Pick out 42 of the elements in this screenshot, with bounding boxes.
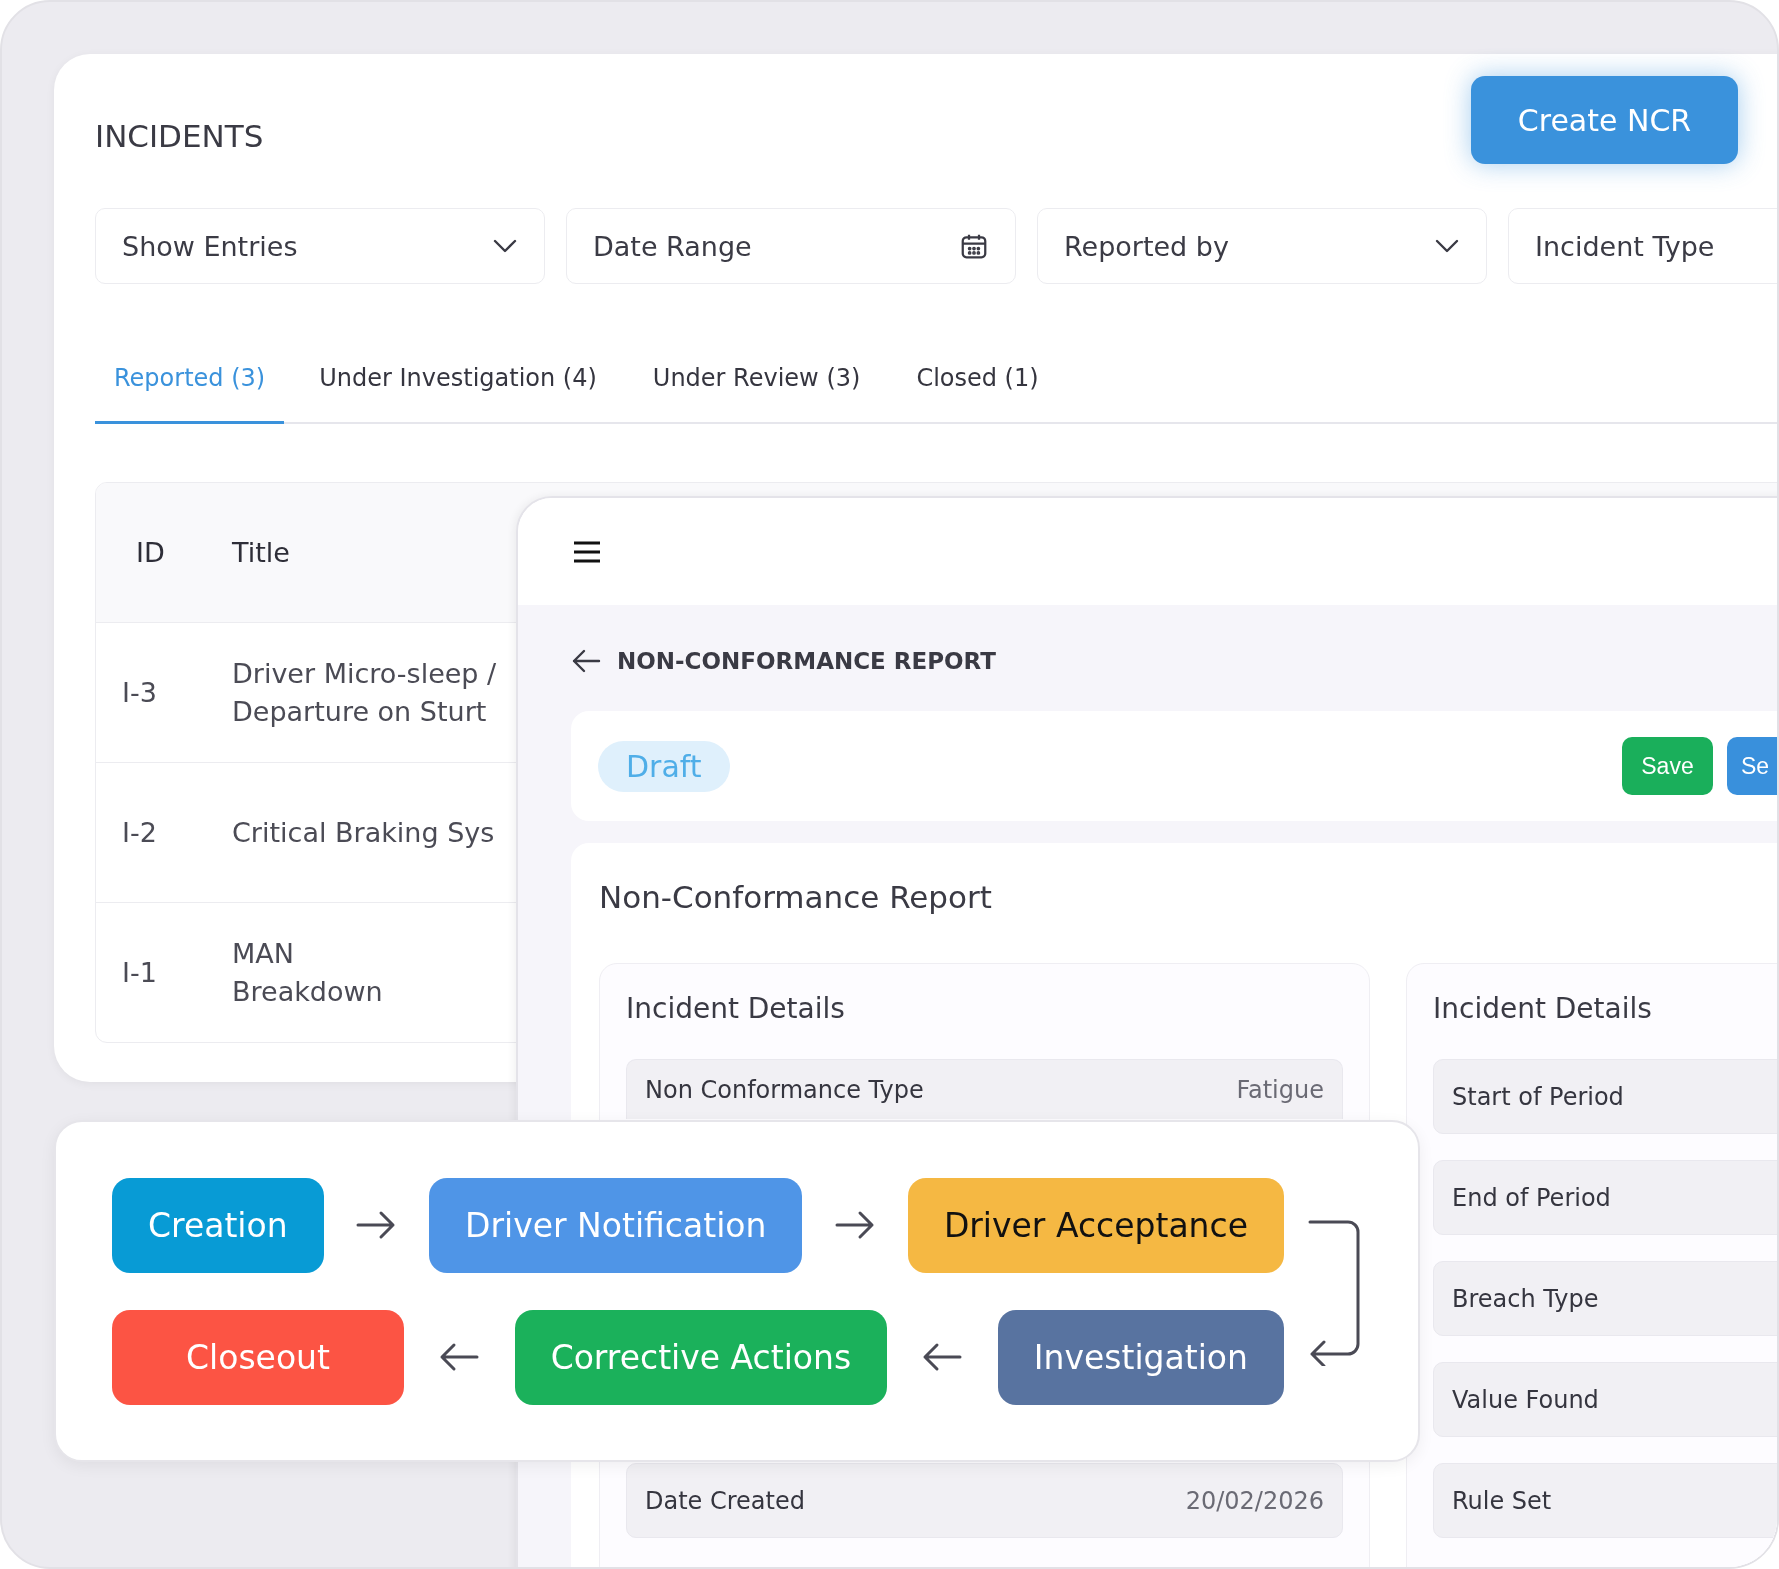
column-header: Title — [232, 537, 290, 568]
left-arrow-icon — [439, 1342, 480, 1372]
detail-field: End of Period — [1433, 1160, 1777, 1235]
menu-icon[interactable] — [572, 539, 602, 564]
workflow-stage: Driver Acceptance — [907, 1177, 1284, 1273]
right-arrow-icon — [835, 1210, 876, 1240]
detail-field: Rule Set — [1433, 1463, 1777, 1538]
right-arrow-icon — [356, 1210, 397, 1240]
report-title: Non-Conformance Report — [599, 879, 993, 915]
detail-field: Value Found — [1433, 1362, 1777, 1437]
detail-field: Breach Type — [1433, 1261, 1777, 1336]
status-tab[interactable]: Closed (1) — [897, 334, 1058, 424]
table-cell-text: MAN Breakdown — [232, 936, 383, 1009]
section-title: Incident Details — [626, 992, 846, 1025]
detail-field: Non Conformance Type Fatigue — [626, 1059, 1343, 1119]
filter-dropdown[interactable]: Reported by — [1037, 208, 1487, 284]
table-cell-text: Critical Braking Sys — [232, 815, 495, 850]
detail-field: Start of Period — [1433, 1059, 1777, 1134]
status-tab[interactable]: Under Review (3) — [633, 334, 880, 424]
left-arrow-icon — [922, 1342, 963, 1372]
date-range-field[interactable]: Date Range — [566, 208, 1016, 284]
section-title: Incident Details — [1433, 992, 1653, 1025]
workflow-stage: Investigation — [997, 1309, 1284, 1405]
workflow-stage: Corrective Actions — [514, 1309, 888, 1405]
table-cell-text: I-2 — [121, 815, 158, 850]
column-header: ID — [135, 537, 166, 568]
filter-dropdown[interactable]: Show Entries — [95, 208, 545, 284]
table-cell-text: Driver Micro-sleep / Departure on Sturt — [232, 656, 497, 729]
status-badge: Draft — [598, 740, 730, 792]
page-title: INCIDENTS — [95, 118, 264, 154]
table-cell-text: I-3 — [121, 675, 158, 710]
back-arrow-icon[interactable] — [571, 648, 601, 674]
workflow-stage: Creation — [112, 1177, 324, 1273]
report-heading: NON-CONFORMANCE REPORT — [617, 648, 996, 674]
workflow-stage: Closeout — [112, 1309, 404, 1405]
detail-field: Date Created 20/02/2026 — [626, 1463, 1343, 1538]
chevron-down-icon — [492, 238, 518, 254]
workflow-stage: Driver Notification — [429, 1177, 803, 1273]
table-cell-text: I-1 — [121, 955, 158, 990]
status-tab[interactable]: Under Investigation (4) — [300, 334, 616, 424]
filter-dropdown[interactable]: Incident Type — [1508, 208, 1777, 284]
chevron-down-icon — [1434, 238, 1460, 254]
